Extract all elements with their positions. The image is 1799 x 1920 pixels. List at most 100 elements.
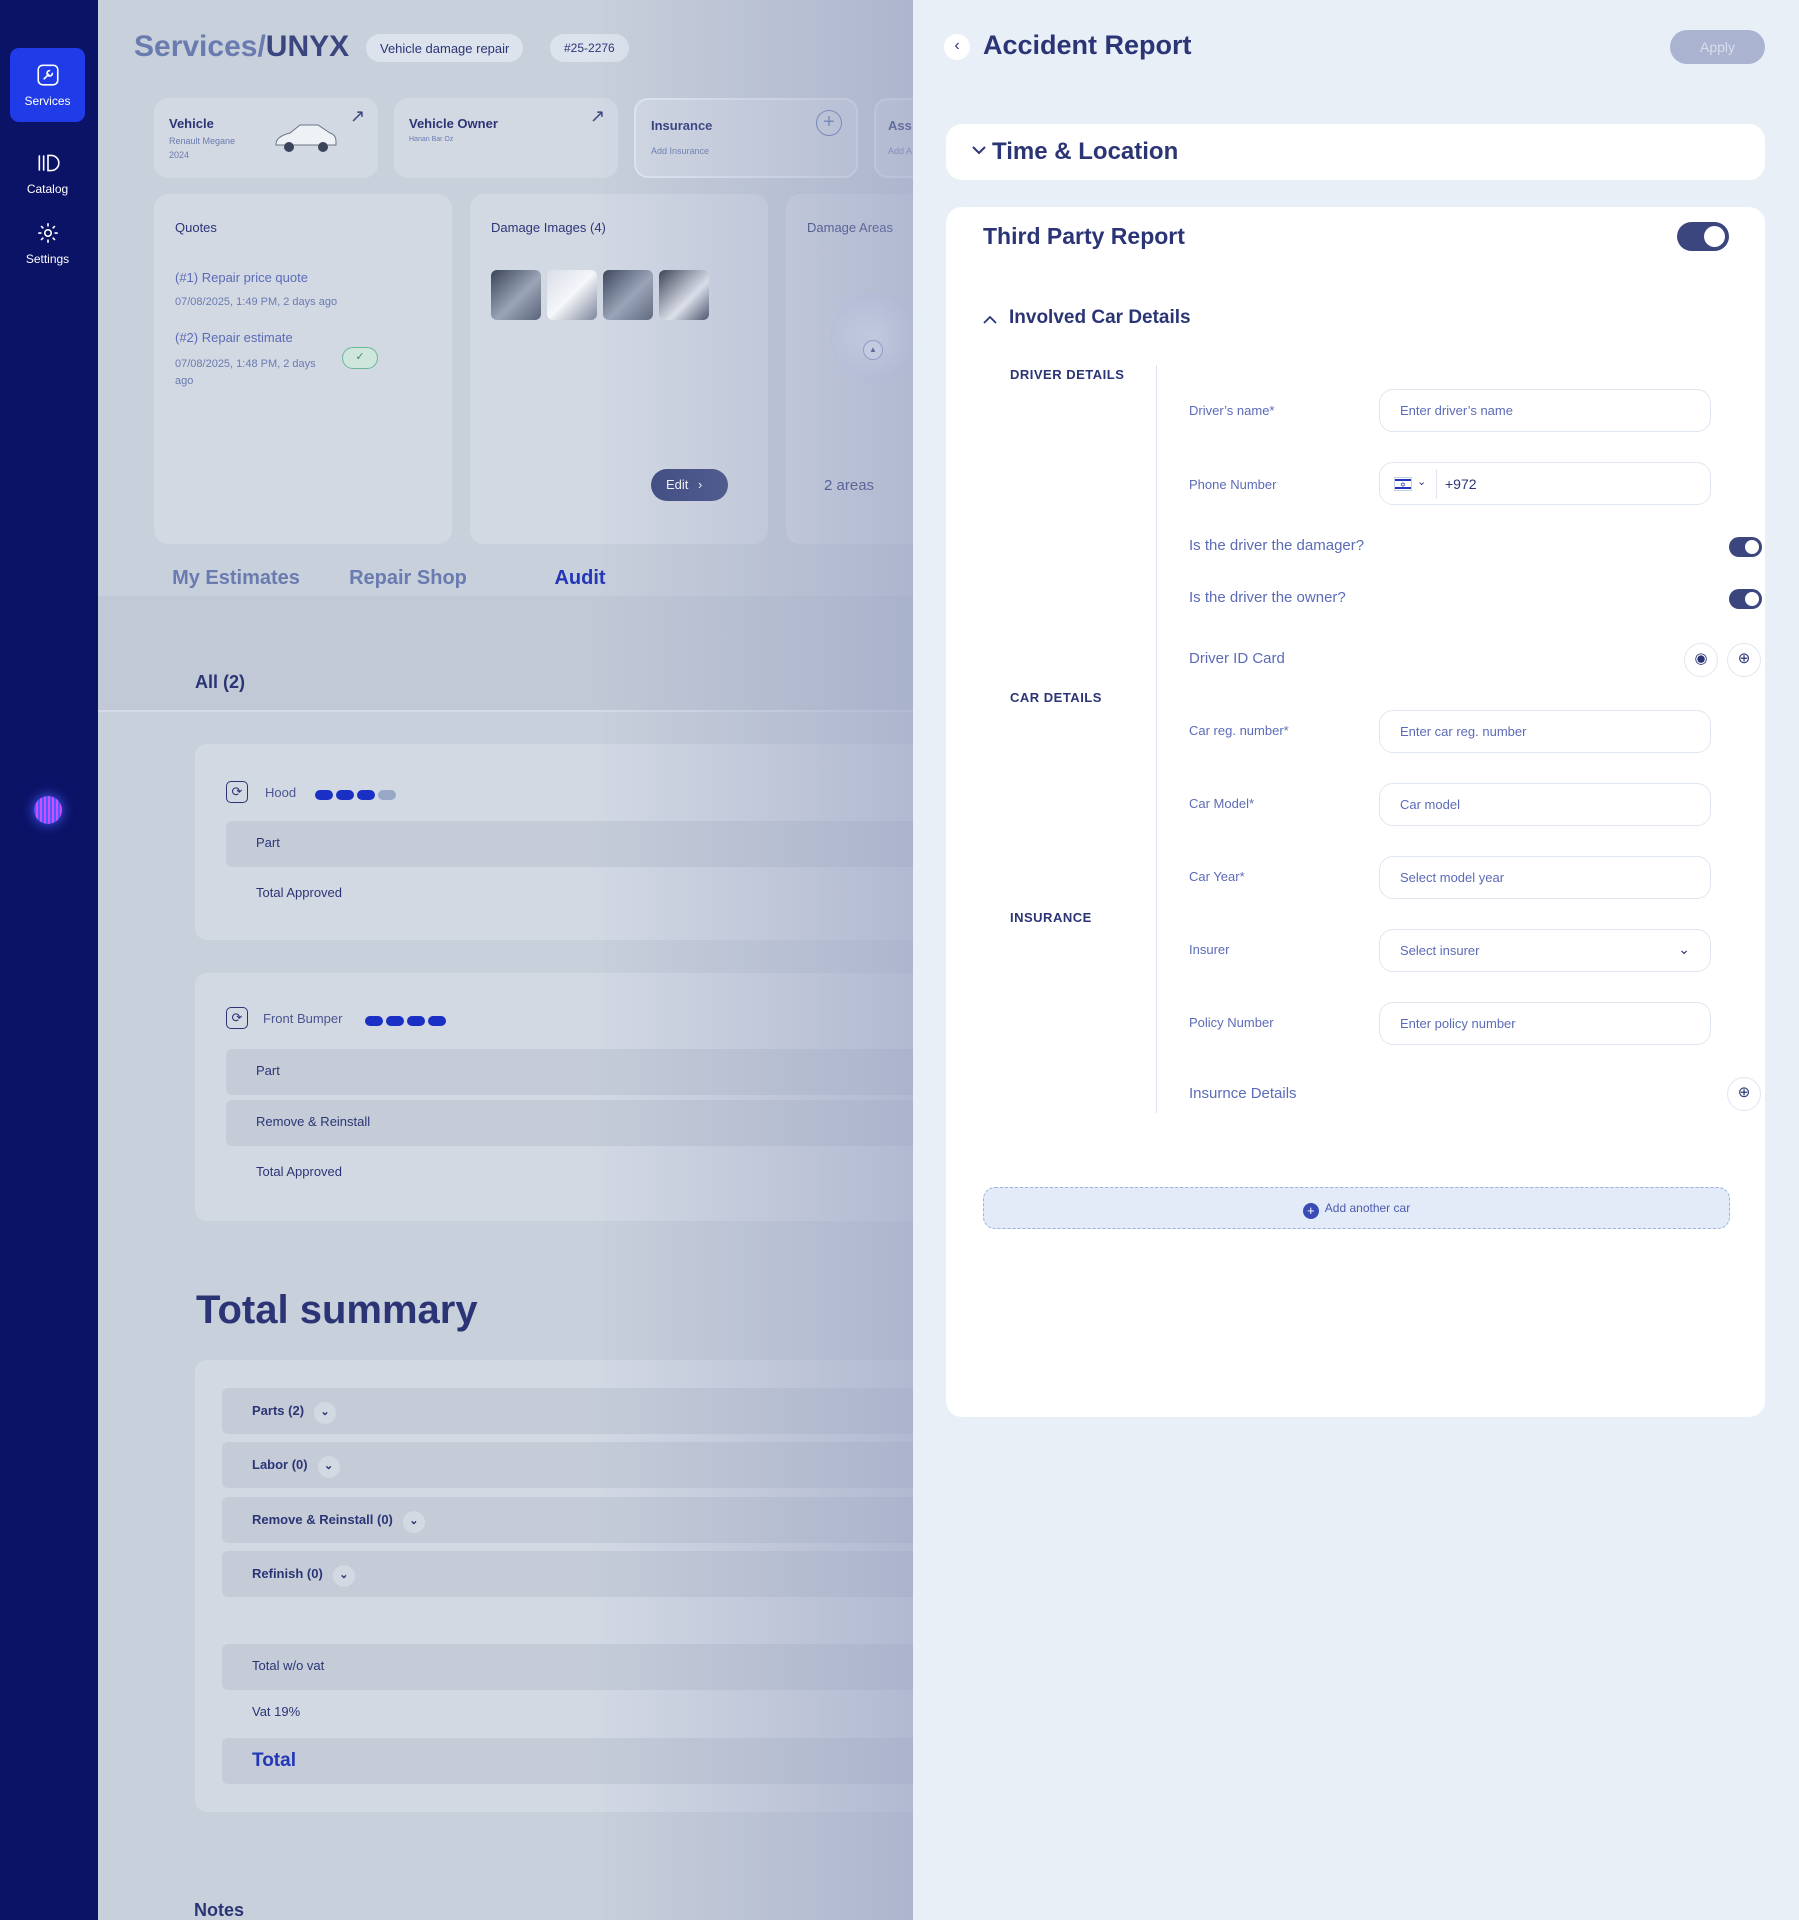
card-title: Vehicle Owner [409, 116, 498, 131]
driver-name-label: Driver’s name* [1189, 403, 1275, 418]
upload-insurance-button[interactable]: ⊕ [1727, 1077, 1761, 1111]
chevron-down-icon[interactable]: ⌄ [314, 1402, 337, 1424]
quote-link[interactable]: (#2) Repair estimate [175, 330, 293, 345]
nav-item-catalog[interactable]: Catalog [10, 138, 85, 212]
car-year-input[interactable] [1379, 856, 1711, 899]
accident-report-drawer: ‹ Accident Report Apply Time & Location … [913, 0, 1799, 1920]
card-subtitle: 2024 [169, 150, 190, 160]
divider [1156, 365, 1157, 1113]
card-subtitle: Hanan Bar Oz [409, 136, 454, 143]
phone-code: +972 [1445, 476, 1477, 492]
chevron-down-icon[interactable]: ⌄ [332, 1565, 355, 1587]
policy-number-input[interactable] [1379, 1002, 1711, 1045]
eye-icon: ◉ [1694, 650, 1708, 667]
summary-row-remove-reinstall[interactable]: Remove & Reinstall (0) ⌄ [222, 1497, 913, 1543]
back-button[interactable]: ‹ [944, 34, 970, 60]
owner-toggle[interactable] [1729, 589, 1762, 609]
insurer-select[interactable]: Select insurer ⌄ [1379, 929, 1711, 972]
estimate-row: Remove & Reinstall [226, 1100, 913, 1146]
view-id-button[interactable]: ◉ [1684, 643, 1718, 677]
check-badge-icon: ✓ [342, 347, 378, 369]
summary-card: Parts (2) ⌄ Labor (0) ⌄ Remove & Reinstall… [195, 1360, 913, 1812]
damage-area-count: 2 areas [824, 477, 875, 494]
car-reg-input[interactable] [1379, 710, 1711, 753]
nav-label: Settings [25, 252, 70, 266]
apply-button[interactable]: Apply [1670, 30, 1765, 64]
owner-question: Is the driver the owner? [1189, 589, 1346, 606]
drawer-title: Accident Report [983, 30, 1192, 60]
chevron-down-icon[interactable]: ⌄ [317, 1456, 340, 1478]
card-title: Damage Areas [807, 220, 893, 235]
car-model-input[interactable] [1379, 783, 1711, 826]
damage-marker-icon[interactable]: ▲ [863, 340, 883, 360]
damage-thumbnail[interactable] [547, 270, 597, 320]
phone-input[interactable]: ✡ ⌄ +972 [1379, 462, 1711, 505]
edit-images-button[interactable]: Edit › [651, 469, 728, 501]
time-location-section[interactable]: Time & Location [946, 124, 1765, 180]
chevron-down-icon[interactable]: ⌄ [402, 1511, 425, 1533]
damage-thumbnail[interactable] [491, 270, 541, 320]
upload-id-button[interactable]: ⊕ [1727, 643, 1761, 677]
israel-flag-icon[interactable]: ✡ [1394, 477, 1412, 491]
button-label: Add another car [1324, 1201, 1411, 1215]
car-icon [275, 124, 337, 152]
summary-row-parts[interactable]: Parts (2) ⌄ [222, 1388, 913, 1434]
add-file-icon: ⊕ [1737, 1084, 1751, 1101]
card-subtitle: Add A [888, 146, 913, 156]
estimate-name: Front Bumper [263, 1011, 343, 1026]
quote-date: 07/08/2025, 1:48 PM, 2 days [175, 358, 316, 370]
phone-label: Phone Number [1189, 477, 1277, 492]
insurer-label: Insurer [1189, 942, 1230, 957]
insurance-details-label: Insurnce Details [1189, 1085, 1297, 1102]
insurance-card[interactable]: Insurance Add Insurance + [634, 98, 858, 178]
estimate-row: Total Approved [256, 1164, 343, 1179]
left-nav: Services Catalog Settings [0, 0, 98, 1920]
nav-item-settings[interactable]: Settings [10, 210, 85, 284]
driver-name-input[interactable] [1379, 389, 1711, 432]
quote-link[interactable]: (#1) Repair price quote [175, 270, 308, 285]
card-subtitle: Renault Megane [169, 136, 236, 146]
card-title: Damage Images (4) [491, 220, 606, 235]
damage-thumbnail[interactable] [659, 270, 709, 320]
divider [98, 710, 913, 712]
car-model-label: Car Model* [1189, 796, 1255, 811]
quote-date: 07/08/2025, 1:49 PM, 2 days ago [175, 296, 338, 308]
sync-icon[interactable]: ⟳ [226, 1007, 248, 1029]
assessor-card[interactable]: Ass Add A [874, 98, 913, 178]
add-insurance-icon[interactable]: + [816, 110, 842, 136]
summary-row-labor[interactable]: Labor (0) ⌄ [222, 1442, 913, 1488]
add-another-car-button[interactable]: + Add another car [983, 1187, 1730, 1229]
chevron-down-icon: ⌄ [1678, 941, 1690, 957]
catalog-icon [38, 154, 60, 172]
summary-total-wo-vat: Total w/o vat [222, 1644, 913, 1690]
chevron-down-icon[interactable]: ⌄ [1417, 475, 1426, 488]
quotes-card: Quotes (#1) Repair price quote 07/08/202… [154, 194, 452, 544]
assistant-orb-icon[interactable] [34, 796, 62, 824]
all-count: All (2) [195, 672, 246, 692]
chevron-down-icon [972, 146, 986, 155]
group-car-details: CAR DETAILS [1010, 690, 1102, 705]
arrow-up-right-icon[interactable]: ↗ [350, 106, 365, 127]
button-label: Edit [666, 477, 689, 492]
card-title: Vehicle [169, 116, 214, 131]
section-title: Time & Location [992, 138, 1179, 165]
damage-thumbnail[interactable] [603, 270, 653, 320]
summary-row-refinish[interactable]: Refinish (0) ⌄ [222, 1551, 913, 1597]
page-title: Services/UNYX [134, 30, 350, 63]
nav-label: Services [24, 94, 71, 108]
quote-date: ago [175, 375, 194, 387]
arrow-up-right-icon[interactable]: ↗ [590, 106, 605, 127]
involved-car-title: Involved Car Details [1009, 307, 1191, 328]
third-party-toggle[interactable] [1677, 222, 1729, 251]
nav-label: Catalog [26, 182, 69, 196]
vehicle-owner-card[interactable]: Vehicle Owner Hanan Bar Oz ↗ [394, 98, 618, 178]
damage-areas-card: Damage Areas ▲ 2 areas [786, 194, 913, 544]
summary-total: Total [222, 1738, 913, 1784]
progress-dots [365, 1013, 449, 1026]
nav-item-services[interactable]: Services [10, 48, 85, 122]
vehicle-card[interactable]: Vehicle Renault Megane 2024 ↗ [154, 98, 378, 178]
damager-toggle[interactable] [1729, 537, 1762, 557]
chevron-up-icon[interactable] [983, 315, 997, 325]
card-title: Insurance [651, 118, 713, 133]
sync-icon[interactable]: ⟳ [226, 781, 248, 803]
